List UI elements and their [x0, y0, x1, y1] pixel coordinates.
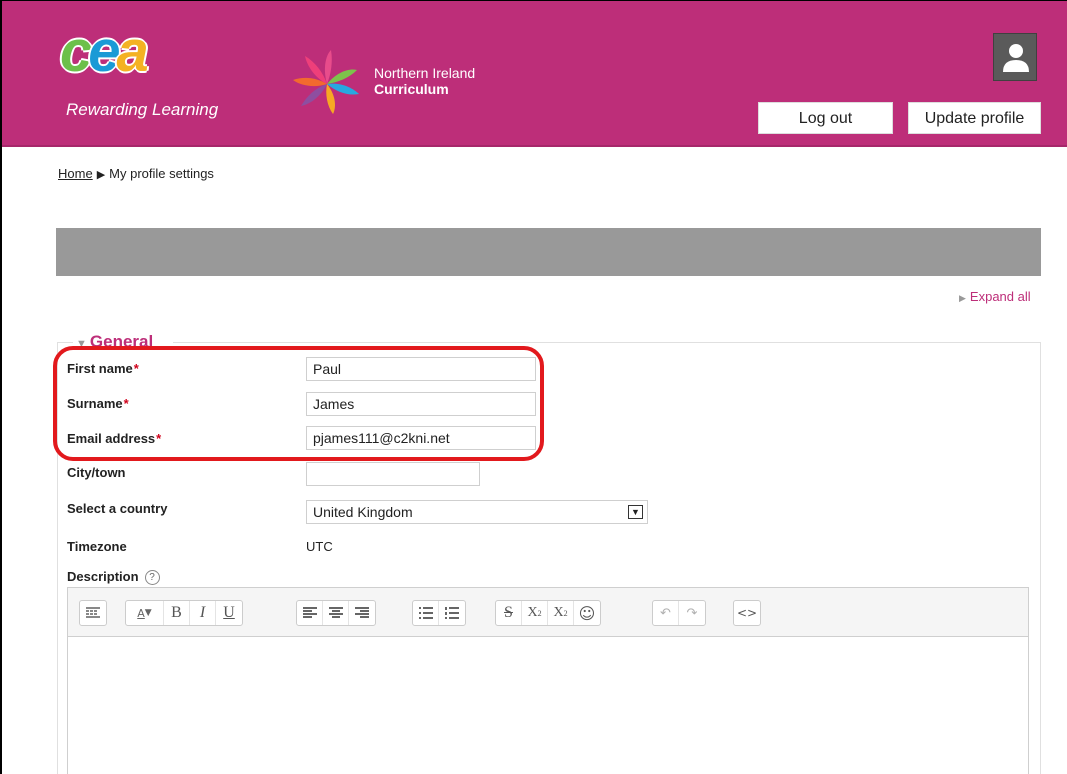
logout-button[interactable]: Log out	[758, 102, 893, 134]
site-header: cea Rewarding Learning Northern Ireland …	[2, 1, 1067, 147]
breadcrumb: Home ▶ My profile settings	[58, 166, 214, 181]
bold-icon[interactable]: B	[164, 601, 190, 625]
superscript-icon[interactable]: X2	[548, 601, 574, 625]
country-select[interactable]: United Kingdom ▼	[306, 500, 648, 524]
surname-input[interactable]: James	[306, 392, 536, 416]
email-label: Email address*	[67, 431, 162, 446]
subscript-icon[interactable]: X2	[522, 601, 548, 625]
chevron-down-icon: ▼	[628, 505, 643, 519]
breadcrumb-separator-icon: ▶	[96, 169, 106, 181]
country-label: Select a country	[67, 501, 168, 516]
html-icon[interactable]: <>	[734, 601, 760, 625]
breadcrumb-home-link[interactable]: Home	[58, 166, 93, 181]
brand-tagline: Rewarding Learning	[66, 100, 219, 119]
first-name-input[interactable]: Paul	[306, 357, 536, 381]
expand-all-label: Expand all	[969, 289, 1031, 304]
city-label: City/town	[67, 465, 126, 480]
help-icon[interactable]: ?	[144, 570, 160, 586]
timezone-value: UTC	[306, 539, 333, 554]
font-style-icon[interactable]: A ▼	[126, 601, 164, 625]
expand-all-link[interactable]: ▶ Expand all	[959, 289, 1031, 304]
required-marker: *	[133, 361, 139, 376]
redo-icon[interactable]: ↷	[679, 601, 705, 625]
city-input[interactable]	[306, 462, 480, 486]
italic-icon[interactable]: I	[190, 601, 216, 625]
underline-icon[interactable]: U	[216, 601, 242, 625]
user-avatar-icon[interactable]	[993, 33, 1037, 81]
required-marker: *	[156, 431, 162, 446]
undo-icon[interactable]: ↶	[653, 601, 679, 625]
cea-logo[interactable]: cea	[60, 21, 240, 83]
editor-toolbar: A ▼ B I U S X2 X2 ☺ ↶ ↷ <>	[67, 587, 1029, 637]
update-profile-button[interactable]: Update profile	[908, 102, 1041, 134]
required-marker: *	[123, 396, 129, 411]
section-general-toggle[interactable]: ▼ General	[76, 332, 153, 352]
email-input[interactable]: pjames111@c2kni.net	[306, 426, 536, 450]
ordered-list-icon[interactable]	[439, 601, 465, 625]
curriculum-logo-icon	[293, 50, 359, 114]
unordered-list-icon[interactable]	[413, 601, 439, 625]
align-left-icon[interactable]	[297, 601, 323, 625]
align-center-icon[interactable]	[323, 601, 349, 625]
strikethrough-icon[interactable]: S	[496, 601, 522, 625]
show-more-icon[interactable]	[80, 601, 106, 625]
curriculum-subtitle: Curriculum	[374, 81, 449, 97]
section-legend: General	[89, 332, 154, 351]
emoji-icon[interactable]: ☺	[574, 601, 600, 625]
collapse-triangle-icon: ▼	[76, 338, 87, 350]
country-selected-value: United Kingdom	[313, 504, 413, 520]
curriculum-title: Northern Ireland	[374, 65, 476, 81]
page-heading-bar	[56, 228, 1041, 276]
description-editor[interactable]	[67, 636, 1029, 774]
timezone-label: Timezone	[67, 539, 127, 554]
align-right-icon[interactable]	[349, 601, 375, 625]
expand-triangle-icon: ▶	[959, 293, 966, 303]
breadcrumb-current: My profile settings	[109, 166, 214, 181]
description-label: Description?	[67, 569, 160, 586]
surname-label: Surname*	[67, 396, 129, 411]
first-name-label: First name*	[67, 361, 139, 376]
